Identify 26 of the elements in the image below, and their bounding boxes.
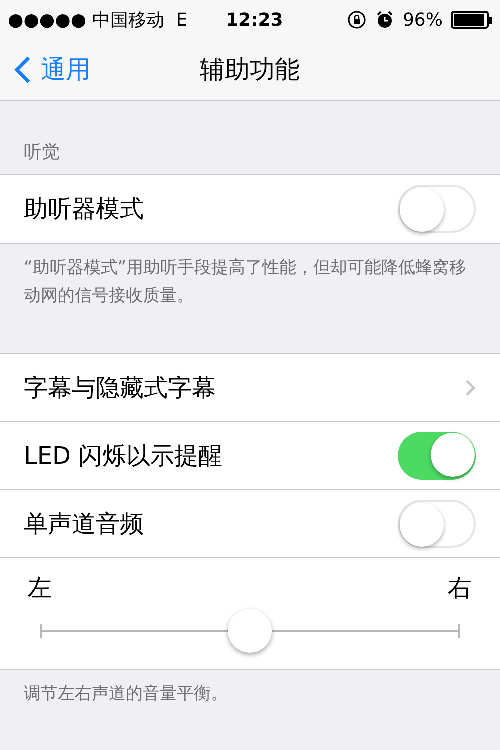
setting-label: 字幕与隐藏式字幕 bbox=[24, 372, 216, 404]
setting-label: LED 闪烁以示提醒 bbox=[24, 440, 223, 472]
balance-slider[interactable] bbox=[40, 609, 460, 655]
toggle-switch[interactable] bbox=[398, 432, 476, 480]
setting-label: 单声道音频 bbox=[24, 508, 144, 540]
setting-label: 助听器模式 bbox=[24, 194, 144, 225]
battery-icon bbox=[451, 11, 492, 29]
back-chevron-icon[interactable] bbox=[13, 55, 33, 85]
settings-row[interactable]: 字幕与隐藏式字幕 bbox=[0, 354, 500, 422]
back-button[interactable]: 通用 bbox=[0, 51, 91, 89]
network-text: E bbox=[176, 8, 188, 32]
carrier-text: ●●●●● 中国移动 bbox=[8, 8, 164, 32]
section-header: 听觉 bbox=[23, 141, 61, 165]
section-footer: 调节左右声道的音量平衡。 bbox=[0, 670, 500, 708]
slider-thumb[interactable] bbox=[228, 609, 272, 653]
slider-right-label: 右 bbox=[448, 573, 472, 604]
battery-text: 96% bbox=[402, 8, 443, 32]
section-footer: “助听器模式”用助听手段提高了性能，但却可能降低蜂窝移动网的信号接收质量。 bbox=[0, 244, 500, 310]
toggle-switch[interactable] bbox=[398, 185, 476, 233]
toggle-switch[interactable] bbox=[398, 500, 476, 548]
rotation-lock-icon bbox=[346, 10, 367, 30]
chevron-icon bbox=[465, 378, 476, 396]
slider-left-label: 左 bbox=[28, 573, 52, 604]
alarm-icon bbox=[374, 10, 395, 30]
nav-title: 辅助功能 bbox=[200, 54, 300, 86]
clock-text: 12:23 bbox=[226, 8, 284, 32]
